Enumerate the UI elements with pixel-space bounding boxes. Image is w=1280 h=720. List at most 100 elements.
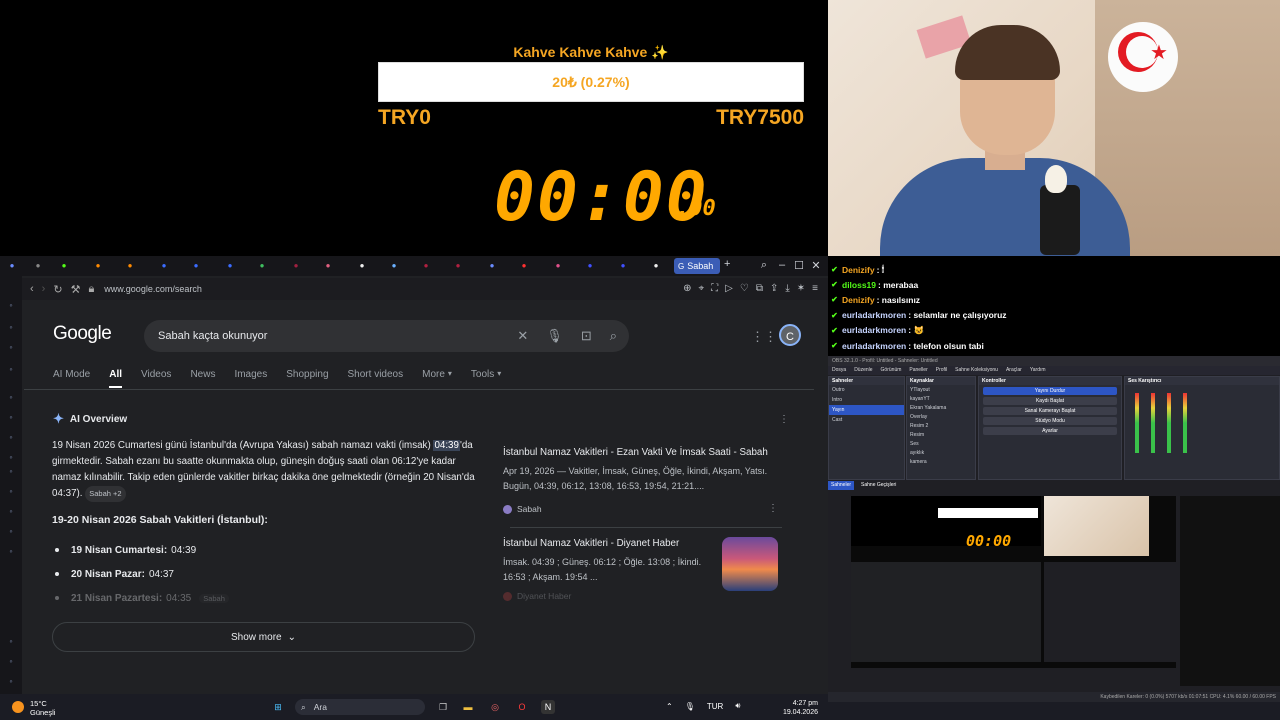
screenshot-icon[interactable]: ⛶ (711, 283, 718, 294)
overflow-icon[interactable]: ◦ (5, 676, 17, 688)
source-chip[interactable]: Sabah +2 (85, 486, 126, 502)
source-card[interactable]: İstanbul Namaz Vakitleri - Ezan Vakti Ve… (503, 446, 788, 514)
obs-scene-item[interactable]: Cast (829, 415, 904, 425)
chat-icon[interactable]: ◦ (5, 392, 17, 404)
chatgpt-icon[interactable]: ● (356, 260, 368, 272)
play-icon[interactable]: ◦ (5, 486, 17, 498)
obs-scene-item[interactable]: Outro (829, 385, 904, 395)
mixer-meter[interactable] (1135, 393, 1139, 453)
obs-source-item[interactable]: Resim 2 (907, 421, 975, 430)
firefox-icon[interactable]: ● (92, 260, 104, 272)
source-thumbnail[interactable] (722, 537, 778, 591)
tab-shopping[interactable]: Shopping (286, 369, 328, 388)
mixer-meter[interactable] (1183, 393, 1187, 453)
obs-source-item[interactable]: YTlayout (907, 385, 975, 394)
youtube-icon[interactable]: ● (518, 260, 530, 272)
chat-username[interactable]: eurladarkmoren (842, 341, 906, 351)
task-view-icon[interactable]: ❐ (436, 700, 450, 714)
word-icon[interactable]: ● (158, 260, 170, 272)
file-explorer-icon[interactable]: ▬ (461, 700, 475, 714)
mixer-meter[interactable] (1167, 393, 1171, 453)
tab-sabah[interactable]: G Sabah (674, 258, 720, 274)
music-icon[interactable]: ◦ (5, 452, 17, 464)
image-icon[interactable]: ● (486, 260, 498, 272)
source-title[interactable]: İstanbul Namaz Vakitleri - Diyanet Haber (503, 537, 713, 551)
tab-all[interactable]: All (109, 369, 123, 388)
obs-scene-item[interactable]: Yayın (829, 405, 904, 415)
notion-icon[interactable]: N (541, 700, 555, 714)
chat-username[interactable]: eurladarkmoren (842, 310, 906, 320)
share-icon[interactable]: ⇪ (770, 283, 778, 294)
tab-tools[interactable]: Tools (471, 369, 494, 388)
opera-gx-icon[interactable]: ● (420, 260, 432, 272)
opera-gx-icon[interactable]: ● (452, 260, 464, 272)
forward-icon[interactable]: › (42, 283, 46, 295)
x-icon[interactable]: ◦ (5, 432, 17, 444)
gemini-icon[interactable]: ● (388, 260, 400, 272)
chatgpt-icon[interactable]: ● (650, 260, 662, 272)
obs-transition-tab[interactable]: Sahne Geçişleri (858, 481, 899, 490)
clock[interactable]: 4:27 pm 19.04.2026 (780, 699, 818, 717)
obs-menu-item[interactable]: Yardım (1030, 367, 1046, 374)
source-chip[interactable]: Sabah (199, 593, 229, 603)
obs-control-button[interactable]: Kaydı Başlat (983, 397, 1117, 405)
language-indicator[interactable]: TUR (707, 702, 723, 711)
chat-username[interactable]: diloss19 (842, 280, 876, 290)
reload-icon[interactable]: ↻ (53, 283, 62, 296)
back-icon[interactable]: ‹ (30, 283, 34, 295)
paypal-icon[interactable]: ● (584, 260, 596, 272)
settings-icon[interactable]: ◦ (5, 636, 17, 648)
close-icon[interactable]: ✕ (810, 259, 822, 272)
instagram-icon[interactable]: ● (552, 260, 564, 272)
avatar[interactable]: C (779, 324, 801, 346)
gamepad-icon[interactable]: ● (32, 260, 44, 272)
minimize-icon[interactable]: – (776, 259, 788, 271)
weather-widget[interactable]: 15°C Güneşli (30, 699, 55, 717)
obs-control-button[interactable]: Yayını Durdur (983, 387, 1117, 395)
search-box[interactable]: Sabah kaçta okunuyor ✕ 🎙︎ ⊡ ⌕ (144, 320, 629, 352)
opera-icon[interactable]: O (515, 700, 529, 714)
kick-icon[interactable]: ● (58, 260, 70, 272)
obs-menu-item[interactable]: Profil (936, 367, 947, 374)
volume-icon[interactable]: 🔊︎ (735, 701, 740, 711)
obs-menu-item[interactable]: Sahne Koleksiyonu (955, 367, 998, 374)
chat-username[interactable]: Denizify (842, 295, 875, 305)
obs-menu-item[interactable]: Görünüm (881, 367, 902, 374)
ai-icon[interactable]: ✶ (797, 283, 805, 294)
obs-menu-item[interactable]: Dosya (832, 367, 846, 374)
player-icon[interactable]: ▷ (725, 283, 733, 294)
obs-menu-item[interactable]: Düzenle (854, 367, 872, 374)
download-icon[interactable]: ⤓ (785, 283, 789, 294)
obs-menu-item[interactable]: Araçlar (1006, 367, 1022, 374)
menu-icon[interactable]: ≡ (812, 283, 818, 294)
heart-icon[interactable]: ♡ (740, 283, 749, 294)
opera-gx-icon[interactable]: ● (290, 260, 302, 272)
obs-scene-tab[interactable]: Sahneler (828, 481, 855, 490)
tab-more[interactable]: More (422, 369, 445, 388)
instagram-icon[interactable]: ◦ (5, 466, 17, 478)
obs-control-button[interactable]: Ayarlar (983, 427, 1117, 435)
taskbar-search[interactable]: ⌕ Ara (295, 699, 425, 715)
obs-scene-item[interactable]: Intro (829, 395, 904, 405)
pin-icon[interactable]: ◦ (5, 322, 17, 334)
mixer-meter[interactable] (1151, 393, 1155, 453)
source-title[interactable]: İstanbul Namaz Vakitleri - Ezan Vakti Ve… (503, 446, 788, 460)
bookmark-icon[interactable]: ◦ (5, 506, 17, 518)
windows-start-icon[interactable]: ⊞ (271, 700, 285, 714)
firefox-icon[interactable]: ● (124, 260, 136, 272)
lens-icon[interactable]: ⊡ (581, 328, 592, 344)
weather-sun-icon[interactable] (12, 701, 24, 713)
workspaces-icon[interactable]: ◦ (5, 300, 17, 312)
extension-icon[interactable]: ◦ (5, 656, 17, 668)
download-icon[interactable]: ◦ (5, 546, 17, 558)
obs-control-button[interactable]: Stüdyo Modu (983, 417, 1117, 425)
pin-icon[interactable]: ⌖ (699, 283, 705, 294)
obs-source-item[interactable]: ayıklık (907, 448, 975, 457)
search-tabs-icon[interactable]: ⌕ (758, 259, 770, 272)
source-options-icon[interactable]: ⋮ (768, 503, 778, 514)
bag-icon[interactable]: ◦ (5, 364, 17, 376)
word-icon[interactable]: ● (224, 260, 236, 272)
word-icon[interactable]: ● (190, 260, 202, 272)
more-options-icon[interactable]: ⋮ (779, 414, 789, 425)
obs-source-item[interactable]: Ses (907, 439, 975, 448)
